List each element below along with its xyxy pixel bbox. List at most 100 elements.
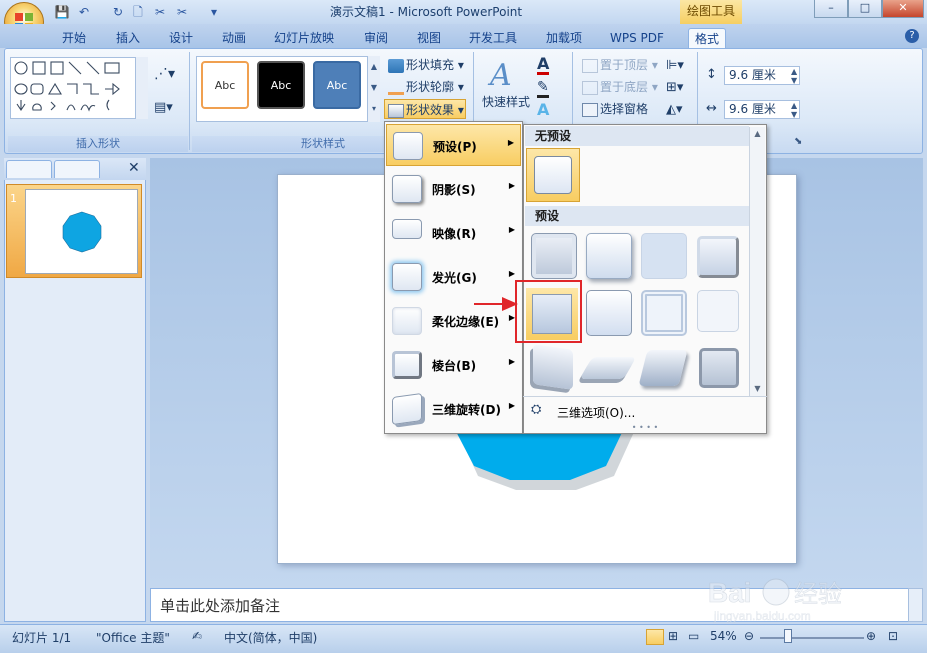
outline-tab[interactable]: [54, 160, 100, 178]
no-preset-option[interactable]: [526, 148, 580, 202]
menu-item-preset[interactable]: 预设(P) ▶: [386, 124, 521, 166]
baidu-watermark-logo: Bai 经验 jingyan.baidu.com: [708, 577, 843, 623]
text-effects-icon[interactable]: A: [537, 100, 549, 119]
text-box-icon[interactable]: ▤▾: [154, 100, 173, 115]
submenu-arrow-icon: ▶: [508, 401, 515, 410]
tab-home[interactable]: 开始: [56, 28, 92, 48]
slides-tab[interactable]: [6, 160, 52, 178]
zoom-slider-thumb[interactable]: [784, 629, 792, 643]
shape-outline-button[interactable]: 形状轮廓 ▾: [388, 77, 464, 97]
height-input[interactable]: 9.6 厘米: [724, 66, 800, 85]
panel-divider: [523, 396, 767, 397]
slide-thumbnail[interactable]: [25, 189, 138, 274]
preset-1[interactable]: [531, 233, 577, 279]
style-thumb-black[interactable]: Abc: [257, 61, 305, 109]
style-thumb-orange-outline[interactable]: Abc: [201, 61, 249, 109]
preset-panel-scrollbar[interactable]: ▲ ▼: [749, 127, 765, 397]
tab-insert[interactable]: 插入: [110, 28, 146, 48]
undo-icon[interactable]: ↶: [76, 4, 92, 20]
resize-grip[interactable]: • • • •: [525, 424, 765, 433]
submenu-arrow-icon: ▶: [507, 138, 514, 147]
shapes-icon: [14, 61, 120, 112]
3d-options-menu-item[interactable]: ⛭ 三维选项(O)...: [525, 398, 765, 424]
insert-shapes-group-label: 插入形状: [8, 136, 188, 152]
notes-placeholder[interactable]: 单击此处添加备注: [160, 595, 280, 616]
help-icon[interactable]: ?: [905, 29, 919, 43]
height-spinner-icon[interactable]: ▲ ▼: [791, 67, 797, 85]
cut-icon[interactable]: ✂: [152, 4, 168, 20]
tab-slideshow[interactable]: 幻灯片放映: [268, 28, 340, 48]
save-icon[interactable]: 💾: [54, 4, 70, 20]
zoom-level[interactable]: 54%: [710, 629, 737, 643]
group-icon[interactable]: ⊞▾: [666, 80, 683, 95]
spell-check-icon[interactable]: ✍: [192, 629, 202, 643]
menu-item-bevel[interactable]: 棱台(B) ▶: [386, 344, 521, 386]
vertical-scrollbar[interactable]: [908, 588, 923, 622]
zoom-slider-track[interactable]: [760, 637, 864, 639]
preset-6[interactable]: [586, 290, 632, 336]
submenu-arrow-icon: ▶: [508, 181, 515, 190]
text-outline-icon[interactable]: ✎: [537, 80, 549, 98]
slide-sorter-icon[interactable]: ⊞: [668, 629, 678, 643]
preset-8[interactable]: [697, 290, 739, 332]
shapes-gallery-scroll[interactable]: [135, 57, 148, 119]
close-button[interactable]: ✕: [882, 0, 924, 18]
text-fill-icon[interactable]: A: [537, 56, 550, 75]
shape-effects-button[interactable]: 形状效果 ▾: [384, 99, 466, 119]
scroll-down-icon[interactable]: ▼: [750, 384, 765, 393]
tab-developer[interactable]: 开发工具: [463, 28, 523, 48]
tab-view[interactable]: 视图: [411, 28, 447, 48]
maximize-button[interactable]: □: [848, 0, 882, 18]
quick-styles-button[interactable]: 快速样式: [482, 92, 530, 112]
preset-3[interactable]: [641, 233, 687, 279]
fit-window-icon[interactable]: ⊡: [888, 629, 898, 643]
redo-icon[interactable]: ↻: [110, 4, 126, 20]
print-preview-icon[interactable]: 🗋: [130, 4, 146, 20]
preset-12[interactable]: [699, 348, 739, 388]
send-to-back-button[interactable]: 置于底层 ▾: [582, 77, 658, 97]
cut-icon-2[interactable]: ✂: [174, 4, 190, 20]
edit-points-icon[interactable]: ⋰▾: [154, 66, 175, 82]
tab-addins[interactable]: 加载项: [540, 28, 588, 48]
rotate-icon[interactable]: ◭▾: [666, 102, 683, 117]
slideshow-view-icon[interactable]: ▭: [688, 629, 699, 643]
3d-options-label: 三维选项(O)...: [557, 406, 636, 420]
menu-item-shadow[interactable]: 阴影(S) ▶: [386, 168, 521, 210]
tab-format[interactable]: 格式: [688, 28, 727, 48]
quick-styles-icon[interactable]: A: [490, 58, 512, 93]
send-back-icon: [582, 80, 598, 95]
preset-4[interactable]: [697, 236, 739, 278]
align-icon[interactable]: ⊫▾: [666, 58, 684, 73]
shapes-gallery[interactable]: [10, 57, 148, 119]
preset-2[interactable]: [586, 233, 632, 279]
width-spinner-icon[interactable]: ▲ ▼: [791, 101, 797, 119]
styles-gallery-scroll[interactable]: ▲ ▼ ▾: [367, 56, 380, 122]
menu-item-reflection[interactable]: 映像(R) ▶: [386, 212, 521, 254]
zoom-in-icon[interactable]: ⊕: [866, 629, 876, 643]
close-pane-icon[interactable]: ✕: [128, 160, 140, 176]
selection-pane-button[interactable]: 选择窗格: [582, 99, 648, 119]
menu-item-glow[interactable]: 发光(G) ▶: [386, 256, 521, 298]
tab-review[interactable]: 审阅: [358, 28, 394, 48]
svg-text:Bai: Bai: [708, 577, 752, 608]
width-input[interactable]: 9.6 厘米: [724, 100, 800, 119]
3d-options-icon: ⛭: [531, 402, 542, 417]
menu-item-3d-rotation[interactable]: 三维旋转(D) ▶: [386, 388, 521, 430]
bring-to-front-button[interactable]: 置于顶层 ▾: [582, 55, 658, 75]
customize-qat-icon[interactable]: ▾: [206, 4, 222, 20]
submenu-arrow-icon: ▶: [508, 225, 515, 234]
preset-9[interactable]: [533, 344, 573, 390]
size-dialog-launcher-icon[interactable]: ⬊: [794, 136, 802, 147]
tab-wps-pdf[interactable]: WPS PDF: [604, 28, 670, 48]
zoom-out-icon[interactable]: ⊖: [744, 629, 754, 643]
normal-view-icon[interactable]: [646, 629, 664, 645]
style-thumb-blue[interactable]: Abc: [313, 61, 361, 109]
tab-design[interactable]: 设计: [163, 28, 199, 48]
preset-7[interactable]: [641, 290, 687, 336]
minimize-button[interactable]: –: [814, 0, 848, 18]
shape-fill-button[interactable]: 形状填充 ▾: [388, 55, 464, 75]
soft-edges-icon: [392, 307, 422, 335]
menu-label-3d-rotation: 三维旋转(D): [432, 403, 501, 417]
scroll-up-icon[interactable]: ▲: [750, 129, 765, 138]
tab-animation[interactable]: 动画: [216, 28, 252, 48]
